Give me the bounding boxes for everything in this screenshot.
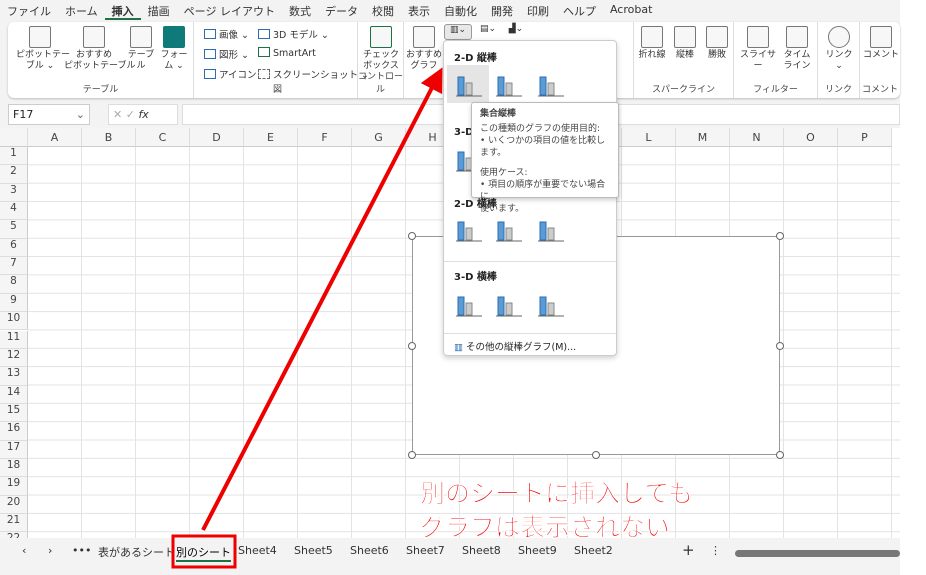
annotation-line-2: グラフは表示されない [420,513,671,543]
arrow-line [201,67,443,531]
highlight-box [171,534,237,569]
annotation-line-1: 別のシートに挿入しても [420,479,694,509]
